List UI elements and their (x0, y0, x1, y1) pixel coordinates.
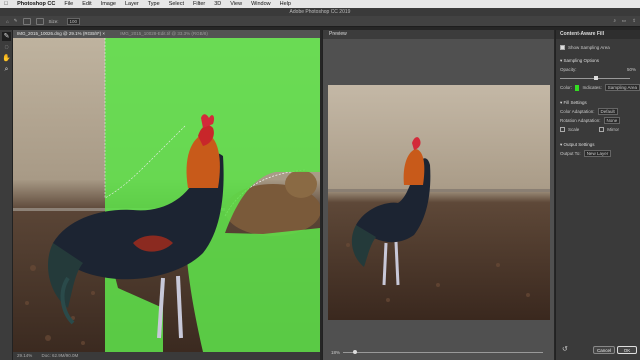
preview-zoom-value: 18% (331, 350, 341, 355)
tool-bar: ✎ ◌ ✋ ⌕ (0, 30, 13, 360)
menu-edit[interactable]: Edit (82, 1, 91, 7)
fill-settings-header[interactable]: ▾ Fill Settings (556, 98, 640, 107)
menu-help[interactable]: Help (280, 1, 291, 7)
menu-file[interactable]: File (64, 1, 73, 7)
output-to-row: Output To: New Layer (556, 149, 640, 158)
doc-tab-active[interactable]: IMG_2015_10026.dng @ 29.1% (RGB/8*) × (17, 31, 105, 36)
hand-tool-icon[interactable]: ✋ (2, 54, 11, 63)
ok-button[interactable]: OK (617, 346, 637, 354)
rotation-adaptation-select[interactable]: None (603, 117, 621, 124)
scale-label: Scale (568, 127, 580, 132)
share-icon[interactable]: ⇪ (632, 18, 636, 24)
preview-title: Preview (323, 30, 554, 39)
content-aware-fill-panel: Content-Aware Fill Show Sampling Area ▾ … (555, 30, 640, 360)
status-doc-size: Doc: 62.9M/90.0M (41, 353, 79, 358)
opacity-slider-knob[interactable] (594, 76, 598, 80)
app-menu[interactable]: Photoshop CC (17, 1, 55, 7)
canvas-image (13, 38, 320, 352)
workspace-icon[interactable]: ▭ (622, 18, 626, 24)
opacity-value[interactable]: 50% (627, 67, 636, 72)
document-tabs: IMG_2015_10026.dng @ 29.1% (RGB/8*) × IM… (13, 30, 320, 38)
overlay-color-swatch[interactable] (575, 84, 580, 91)
preview-image[interactable] (328, 85, 550, 320)
indicates-label: Indicates: (582, 85, 602, 90)
output-settings-header[interactable]: ▾ Output Settings (556, 140, 640, 149)
color-row: Color: Indicates: Sampling Area (556, 83, 640, 92)
lasso-tool-icon[interactable]: ◌ (2, 43, 11, 52)
menu-filter[interactable]: Filter (193, 1, 205, 7)
opacity-slider-row (556, 74, 640, 83)
reset-icon[interactable]: ↺ (562, 345, 568, 353)
zoom-tool-icon[interactable]: ⌕ (2, 65, 11, 74)
preview-zoom-track[interactable] (343, 352, 543, 353)
status-bar: 29.14% Doc: 62.9M/90.0M (13, 352, 320, 360)
home-icon[interactable]: ⌂ (6, 19, 9, 24)
cancel-button[interactable]: Cancel (593, 346, 615, 354)
rotation-adaptation-row: Rotation Adaptation: None (556, 116, 640, 125)
apple-icon[interactable]:  (4, 1, 8, 7)
show-sampling-row: Show Sampling Area (556, 43, 640, 52)
sampling-brush-tool-icon[interactable]: ✎ (2, 32, 11, 41)
search-icon[interactable]: ⌕ (613, 18, 616, 23)
sampling-options-header[interactable]: ▾ Sampling Options (556, 56, 640, 65)
menu-layer[interactable]: Layer (125, 1, 139, 7)
brush-tool-icon[interactable]: ✎ (14, 18, 18, 24)
mirror-checkbox[interactable] (599, 127, 605, 132)
opacity-row: Opacity: 50% (556, 65, 640, 74)
menu-bar:  Photoshop CC File Edit Image Layer Typ… (0, 0, 640, 8)
status-zoom[interactable]: 29.14% (17, 353, 32, 358)
scale-mirror-row: Scale Mirror (556, 125, 640, 134)
color-adaptation-row: Color Adaptation: Default (556, 107, 640, 116)
menu-view[interactable]: View (230, 1, 242, 7)
menu-3d[interactable]: 3D (214, 1, 221, 7)
color-adaptation-select[interactable]: Default (597, 108, 618, 115)
opacity-label: Opacity: (560, 67, 577, 72)
output-to-label: Output To: (560, 151, 581, 156)
rotation-adaptation-label: Rotation Adaptation: (560, 118, 601, 123)
menu-image[interactable]: Image (101, 1, 116, 7)
menu-window[interactable]: Window (251, 1, 271, 7)
add-mode-icon[interactable] (22, 17, 31, 25)
options-bar: ⌂ ✎ Size: 100 ⌕ ▭ ⇪ (0, 16, 640, 27)
doc-tab-inactive[interactable]: IMG_2015_10028-Edit.tif @ 33.3% (RGB/8) (120, 31, 208, 36)
color-label: Color: (560, 85, 573, 90)
preview-zoom-bar: 18% (323, 346, 555, 360)
indicates-select[interactable]: Sampling Area (604, 84, 640, 91)
scale-checkbox[interactable] (560, 127, 565, 132)
panel-title: Content-Aware Fill (556, 30, 640, 39)
size-label: Size: (48, 18, 59, 24)
preview-image-graphic (328, 85, 550, 320)
preview-panel: Preview 18% (322, 30, 554, 360)
output-to-select[interactable]: New Layer (583, 150, 612, 157)
window-title: Adobe Photoshop CC 2019 (0, 8, 640, 16)
opacity-slider[interactable] (560, 76, 630, 80)
show-sampling-label: Show Sampling Area (568, 45, 610, 50)
menu-select[interactable]: Select (169, 1, 184, 7)
show-sampling-checkbox[interactable] (560, 45, 565, 50)
menu-type[interactable]: Type (148, 1, 160, 7)
subtract-mode-icon[interactable] (35, 17, 44, 25)
color-adaptation-label: Color Adaptation: (560, 109, 595, 114)
size-input[interactable]: 100 (66, 17, 81, 25)
mirror-label: Mirror (607, 127, 620, 132)
preview-zoom-slider[interactable] (353, 350, 357, 354)
document-canvas[interactable] (13, 38, 320, 352)
